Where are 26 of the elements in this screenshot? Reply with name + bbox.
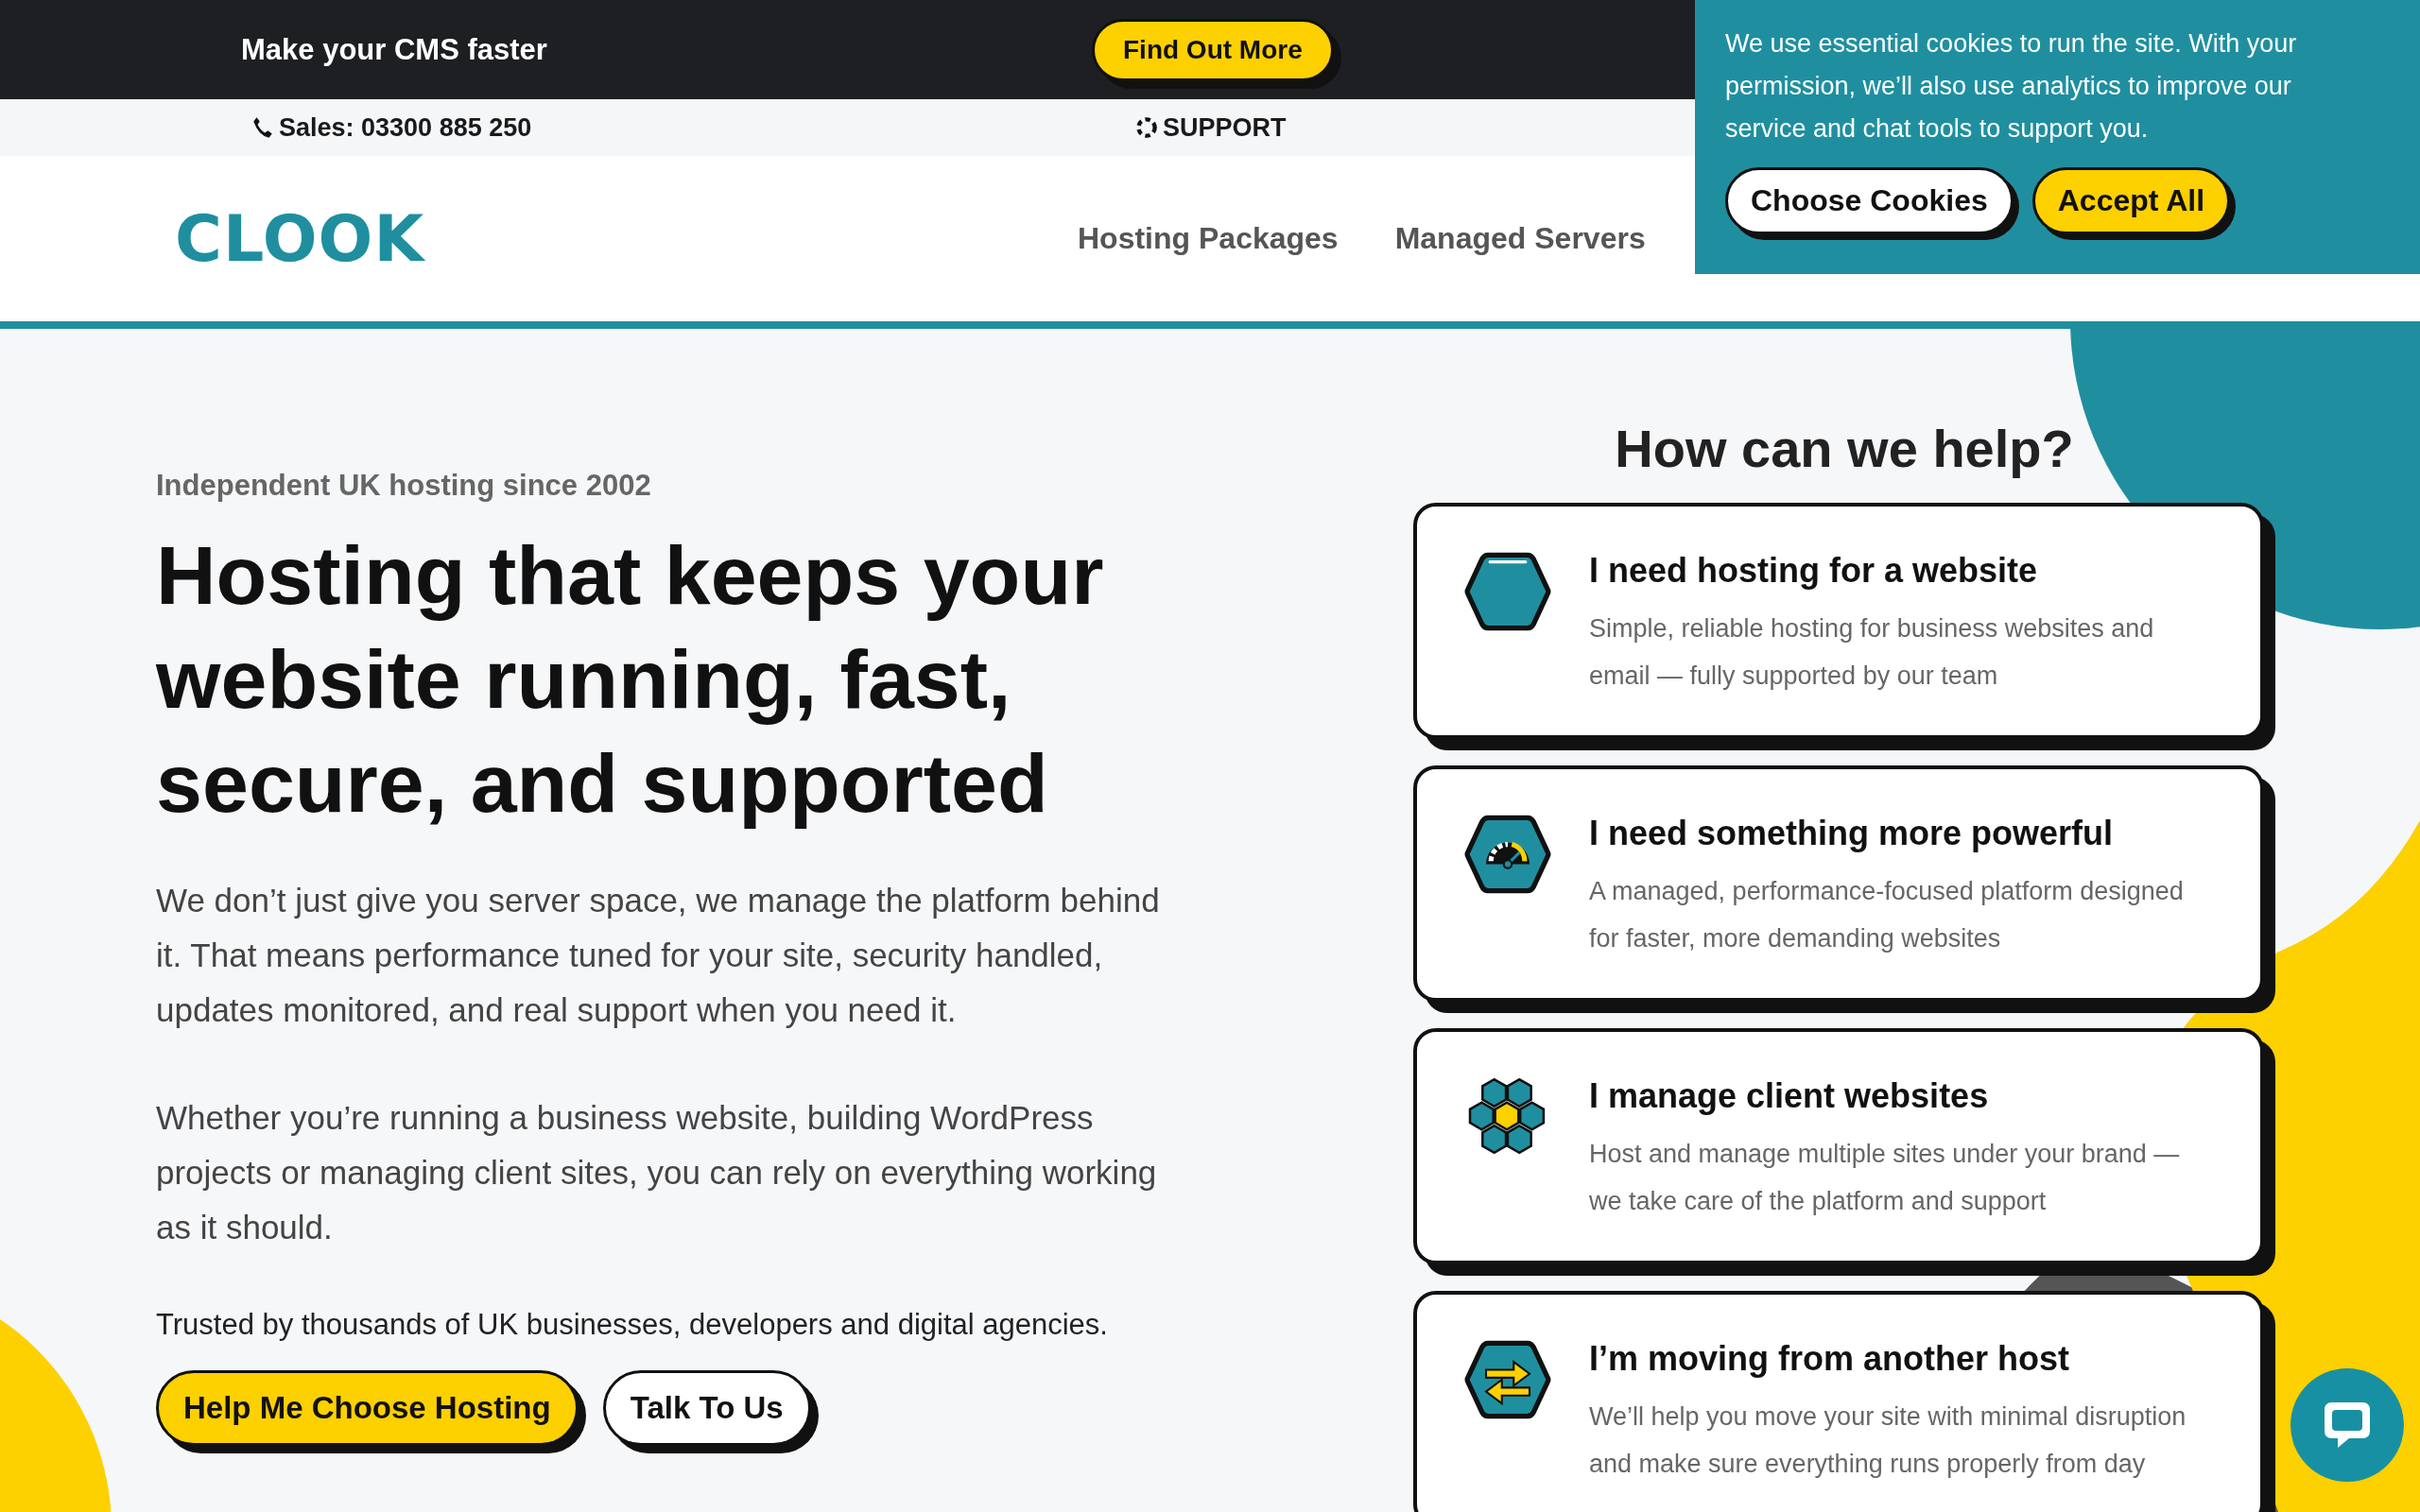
card-description: We’ll help you move your site with minimal disruption and make sure everything runs properly from day (1589, 1401, 2187, 1480)
hero-paragraph: We don’t just give you server space, we manage the platform behind it. That means performance tuned for your site, security handled, updates monitored, and real support when you need it. (156, 881, 1161, 1030)
card-title: I’m moving from another host (1589, 1338, 2071, 1380)
hero-heading: Hosting that keeps your website running, fast, secure, and supported (156, 527, 1105, 832)
logo[interactable]: CLOOK (175, 201, 1078, 276)
tagline: Independent UK hosting since 2002 (156, 469, 652, 503)
hero-paragraph: Whether you’re running a business website, building WordPress projects or managing client sites, you can rely on everything working as it should. (156, 1098, 1158, 1247)
card-title: I manage client websites (1589, 1075, 1990, 1117)
nav-link[interactable]: Hosting Packages (1078, 221, 1339, 256)
card-description: A managed, performance-focused platform designed for faster, more demanding websites (1589, 876, 2185, 954)
promo-text: Make your CMS faster (241, 32, 548, 67)
gauge-icon (1464, 813, 1551, 896)
cookie-notice-text: We use essential cookies to run the site. With your permission, we’ll also use analytics to improve our service and chat tools to support you. (1725, 28, 2298, 145)
support-link[interactable]: SUPPORT (1134, 112, 1287, 143)
help-heading: How can we help? (1614, 419, 2075, 479)
nav-link[interactable]: Managed Servers (1394, 221, 1646, 256)
card-description: Host and manage multiple sites under your brand — we take care of the platform and support (1589, 1139, 2181, 1217)
sales-phone-link[interactable]: Sales: 03300 885 250 (251, 112, 1134, 143)
phone-icon (251, 115, 275, 140)
support-icon (1134, 115, 1159, 140)
card-description: Simple, reliable hosting for business websites and email — fully supported by our team (1589, 613, 2155, 692)
trust-statement: Trusted by thousands of UK businesses, developers and digital agencies. (156, 1308, 1109, 1342)
card-title: I need something more powerful (1589, 813, 2115, 854)
hexagon-icon (1464, 550, 1551, 633)
swap-arrows-icon (1464, 1338, 1551, 1421)
card-title: I need hosting for a website (1589, 550, 2039, 592)
